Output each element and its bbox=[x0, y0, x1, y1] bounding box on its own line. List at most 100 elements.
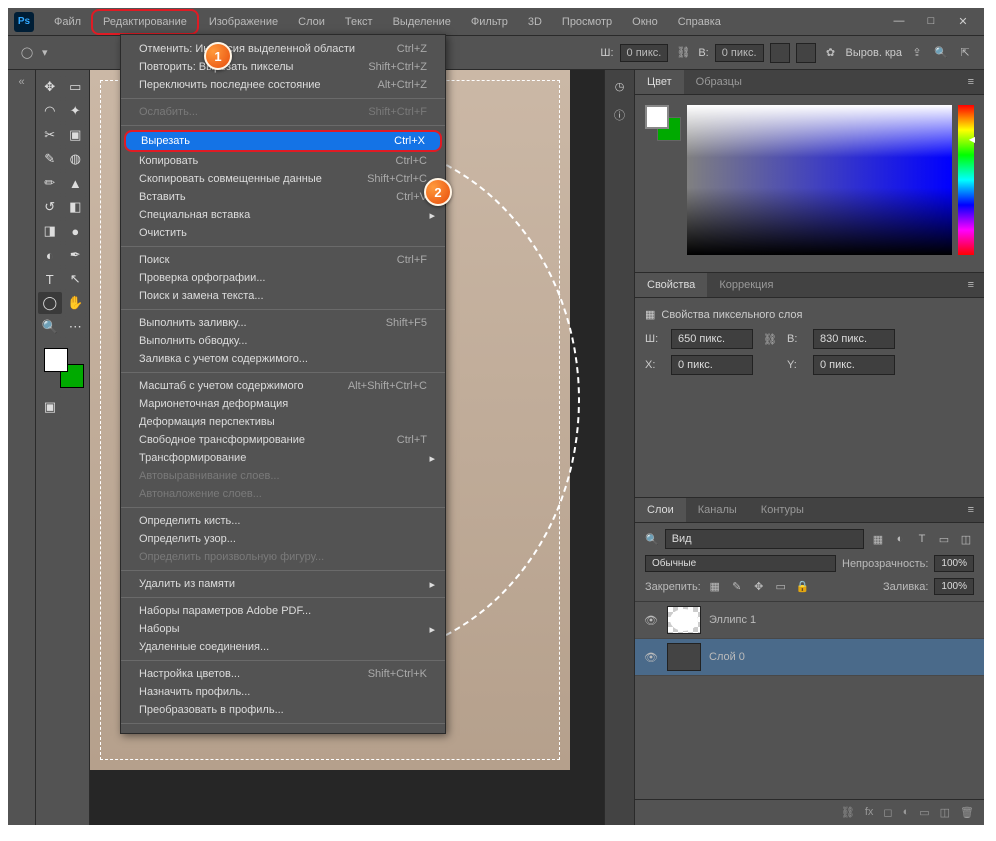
menu-image[interactable]: Изображение bbox=[199, 11, 288, 33]
heal-tool[interactable]: ◍ bbox=[64, 148, 88, 170]
menu-text[interactable]: Текст bbox=[335, 11, 383, 33]
prop-y-field[interactable]: 0 пикс. bbox=[813, 355, 895, 375]
link-layers-icon[interactable]: ⛓ bbox=[841, 806, 855, 819]
menu-filter[interactable]: Фильтр bbox=[461, 11, 518, 33]
tab-channels[interactable]: Каналы bbox=[686, 498, 749, 522]
hue-slider[interactable]: ◀ bbox=[958, 105, 974, 255]
hand-tool[interactable]: ✋ bbox=[64, 292, 88, 314]
menu-window[interactable]: Окно bbox=[622, 11, 668, 33]
zoom-tool[interactable]: 🔍 bbox=[38, 316, 62, 338]
menu-help[interactable]: Справка bbox=[668, 11, 731, 33]
color-swatches[interactable] bbox=[44, 348, 84, 388]
gear-icon[interactable]: ✿ bbox=[822, 44, 840, 62]
lasso-tool[interactable]: ◠ bbox=[38, 100, 62, 122]
layer-thumb[interactable] bbox=[667, 643, 701, 671]
blur-tool[interactable]: ● bbox=[64, 220, 88, 242]
menu-item[interactable]: ВырезатьCtrl+X bbox=[124, 130, 442, 152]
tab-adjustments[interactable]: Коррекция bbox=[707, 273, 785, 297]
foreground-color[interactable] bbox=[44, 348, 68, 372]
fx-icon[interactable]: fx bbox=[865, 806, 874, 819]
menu-item[interactable]: Назначить профиль... bbox=[121, 683, 445, 701]
menu-item[interactable]: ПоискCtrl+F bbox=[121, 251, 445, 269]
menu-item[interactable]: Выполнить обводку... bbox=[121, 332, 445, 350]
layer-name[interactable]: Эллипс 1 bbox=[709, 614, 756, 626]
menu-item[interactable]: Отменить: Инверсия выделенной областиCtr… bbox=[121, 40, 445, 58]
menu-item[interactable]: Масштаб с учетом содержимогоAlt+Shift+Ct… bbox=[121, 377, 445, 395]
menu-3d[interactable]: 3D bbox=[518, 11, 552, 33]
type-tool[interactable]: T bbox=[38, 268, 62, 290]
info-icon[interactable]: ⓘ bbox=[614, 107, 625, 123]
color-fgbg[interactable] bbox=[645, 105, 681, 141]
filter-pixel-icon[interactable]: ▦ bbox=[870, 531, 886, 547]
menu-item[interactable]: Настройка цветов...Shift+Ctrl+K bbox=[121, 665, 445, 683]
blend-mode-select[interactable]: Обычные bbox=[645, 555, 836, 572]
tab-color[interactable]: Цвет bbox=[635, 70, 684, 94]
group-icon[interactable]: ▭ bbox=[919, 806, 929, 819]
eyedropper-tool[interactable]: ✎ bbox=[38, 148, 62, 170]
filter-adjust-icon[interactable]: ◐ bbox=[892, 531, 908, 547]
lock-position-icon[interactable]: ✥ bbox=[751, 579, 767, 595]
ellipse-shape-tool[interactable]: ◯ bbox=[38, 292, 62, 314]
tab-layers[interactable]: Слои bbox=[635, 498, 686, 522]
menu-item[interactable]: КопироватьCtrl+C bbox=[121, 152, 445, 170]
lock-pixels-icon[interactable]: ▦ bbox=[707, 579, 723, 595]
menu-item[interactable]: Заливка с учетом содержимого... bbox=[121, 350, 445, 368]
dodge-tool[interactable]: ◐ bbox=[38, 244, 62, 266]
menu-item[interactable]: Деформация перспективы bbox=[121, 413, 445, 431]
brush-tool[interactable]: ✏ bbox=[38, 172, 62, 194]
menu-item[interactable]: Повторить: Вырезать пикселыShift+Ctrl+Z bbox=[121, 58, 445, 76]
filter-shape-icon[interactable]: ▭ bbox=[936, 531, 952, 547]
layer-name[interactable]: Слой 0 bbox=[709, 651, 745, 663]
menu-layers[interactable]: Слои bbox=[288, 11, 335, 33]
prop-w-field[interactable]: 650 пикс. bbox=[671, 329, 753, 349]
opacity-field[interactable]: 100% bbox=[934, 555, 974, 572]
eraser-tool[interactable]: ◧ bbox=[64, 196, 88, 218]
menu-item[interactable]: Поиск и замена текста... bbox=[121, 287, 445, 305]
menu-file[interactable]: Файл bbox=[44, 11, 91, 33]
menu-item[interactable]: Выполнить заливку...Shift+F5 bbox=[121, 314, 445, 332]
close-button[interactable]: ✕ bbox=[956, 15, 970, 28]
quickmask-tool[interactable]: ▣ bbox=[38, 396, 62, 418]
edit-toolbar[interactable]: ⋯ bbox=[64, 316, 88, 338]
lock-brush-icon[interactable]: ✎ bbox=[729, 579, 745, 595]
move-tool[interactable]: ✥ bbox=[38, 76, 62, 98]
height-field[interactable]: 0 пикс. bbox=[715, 44, 764, 62]
gradient-tool[interactable]: ◨ bbox=[38, 220, 62, 242]
menu-item[interactable]: Свободное трансформированиеCtrl+T bbox=[121, 431, 445, 449]
color-spectrum[interactable] bbox=[687, 105, 952, 255]
panel-menu-icon[interactable]: ≡ bbox=[958, 273, 984, 297]
menu-item[interactable]: Проверка орфографии... bbox=[121, 269, 445, 287]
link-wh-icon[interactable]: ⛓ bbox=[761, 333, 779, 346]
lock-artboard-icon[interactable]: ▭ bbox=[773, 579, 789, 595]
menu-item[interactable]: Определить узор... bbox=[121, 530, 445, 548]
prop-h-field[interactable]: 830 пикс. bbox=[813, 329, 895, 349]
tab-paths[interactable]: Контуры bbox=[749, 498, 816, 522]
menu-item[interactable]: Определить кисть... bbox=[121, 512, 445, 530]
visibility-icon[interactable]: 👁 bbox=[643, 651, 659, 664]
filter-type-icon[interactable]: T bbox=[914, 531, 930, 547]
artboard-tool[interactable]: ▭ bbox=[64, 76, 88, 98]
filter-smart-icon[interactable]: ◫ bbox=[958, 531, 974, 547]
menu-item[interactable]: ВставитьCtrl+V bbox=[121, 188, 445, 206]
menu-view[interactable]: Просмотр bbox=[552, 11, 622, 33]
menu-item[interactable]: Преобразовать в профиль... bbox=[121, 701, 445, 719]
menu-item[interactable]: Трансформирование bbox=[121, 449, 445, 467]
layer-row[interactable]: 👁 Слой 0 bbox=[635, 639, 984, 676]
history-icon[interactable]: ◷ bbox=[615, 80, 625, 93]
crop-tool[interactable]: ✂ bbox=[38, 124, 62, 146]
panel-menu-icon[interactable]: ≡ bbox=[958, 70, 984, 94]
frame-tool[interactable]: ▣ bbox=[64, 124, 88, 146]
layer-filter-select[interactable]: Вид bbox=[665, 529, 864, 549]
layer-row[interactable]: 👁 Эллипс 1 bbox=[635, 602, 984, 639]
align-button-2[interactable] bbox=[796, 43, 816, 63]
fill-field[interactable]: 100% bbox=[934, 578, 974, 595]
stamp-tool[interactable]: ▲ bbox=[64, 172, 88, 194]
history-brush-tool[interactable]: ↺ bbox=[38, 196, 62, 218]
minimize-button[interactable]: — bbox=[892, 15, 906, 28]
menu-item[interactable]: Наборы bbox=[121, 620, 445, 638]
visibility-icon[interactable]: 👁 bbox=[643, 614, 659, 627]
menu-item[interactable]: Удаленные соединения... bbox=[121, 638, 445, 656]
menu-select[interactable]: Выделение bbox=[383, 11, 461, 33]
mask-icon[interactable]: ◻ bbox=[883, 806, 892, 819]
align-button[interactable] bbox=[770, 43, 790, 63]
